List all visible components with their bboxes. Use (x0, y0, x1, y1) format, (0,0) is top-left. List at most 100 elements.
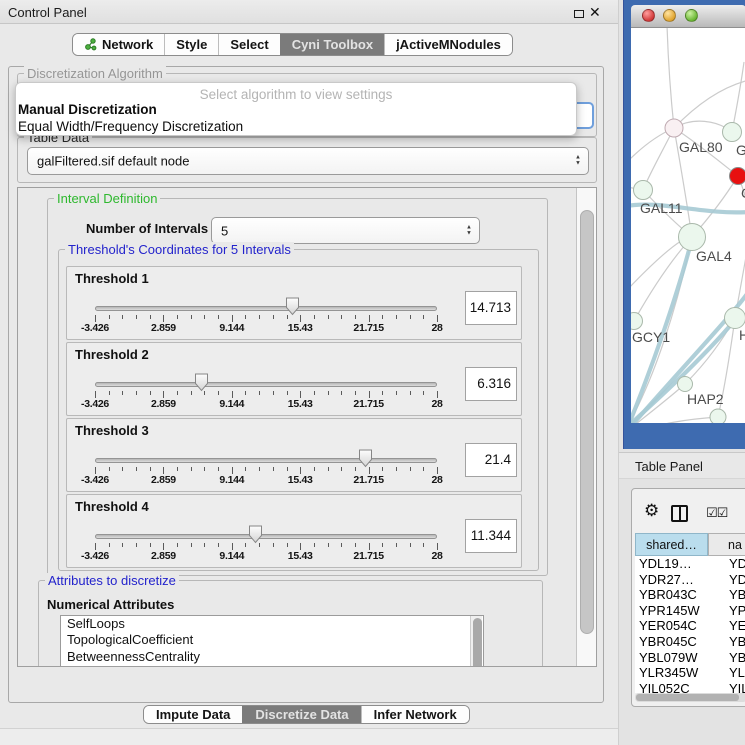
minor-tick (245, 543, 246, 547)
threshold-value-field[interactable]: 11.344 (465, 519, 517, 553)
cell-shared-name[interactable]: YLR345W (639, 665, 698, 680)
network-node-gal11[interactable] (634, 181, 653, 200)
network-window-titlebar[interactable] (631, 5, 745, 28)
threshold-value-field[interactable]: 14.713 (465, 291, 517, 325)
slider-thumb[interactable] (194, 373, 209, 392)
tab-select[interactable]: Select (218, 34, 279, 55)
slider-track[interactable] (95, 458, 437, 463)
number-of-intervals-combobox[interactable]: 5 ▲▼ (211, 217, 480, 244)
network-node[interactable] (710, 409, 726, 423)
list-item[interactable]: BetweennessCentrality (61, 649, 483, 665)
minor-tick (122, 543, 123, 547)
tab-impute-data[interactable]: Impute Data (144, 706, 242, 723)
table-row[interactable]: YDR27… YDR2 (635, 572, 745, 588)
table-row[interactable]: YBR043C YBR0 (635, 587, 745, 603)
network-node-hap2[interactable] (678, 377, 693, 392)
mac-zoom-icon[interactable] (685, 9, 698, 22)
threshold-value-field[interactable]: 6.316 (465, 367, 517, 401)
table-row[interactable]: YLR345W YLR3 (635, 665, 745, 681)
dropdown-option-equal-width-frequency[interactable]: Equal Width/Frequency Discretization (18, 119, 574, 135)
slider-thumb[interactable] (285, 297, 300, 316)
thresholds-group: Threshold's Coordinates for 5 Intervals … (58, 249, 539, 571)
network-node-gal4[interactable] (679, 224, 706, 251)
tab-style[interactable]: Style (164, 34, 218, 55)
checked-boxes-icon[interactable]: ☑☑ (706, 506, 727, 521)
network-edge[interactable] (732, 62, 744, 132)
gear-icon[interactable]: ⚙ (644, 501, 659, 521)
minor-tick (191, 467, 192, 471)
network-node-c[interactable] (730, 168, 745, 185)
table-data-combobox[interactable]: galFiltered.sif default node ▲▼ (27, 147, 589, 175)
network-canvas[interactable]: GAL80GACGAL11GAL4GCY1HHAP2 (631, 28, 745, 423)
cell-shared-name[interactable]: YER054C (639, 618, 697, 633)
cell-name[interactable]: YBL0 (729, 650, 745, 665)
network-node-h[interactable] (725, 308, 745, 329)
network-node-ga[interactable] (723, 123, 742, 142)
tab-network[interactable]: Network (73, 34, 164, 55)
cell-shared-name[interactable]: YIL052C (639, 681, 690, 693)
list-scrollbar[interactable] (470, 616, 482, 667)
slider-thumb[interactable] (358, 449, 373, 468)
tab-discretize-data[interactable]: Discretize Data (242, 706, 360, 723)
float-window-icon[interactable] (574, 10, 584, 18)
cell-name[interactable]: YBR0 (729, 587, 745, 602)
dropdown-placeholder[interactable]: Select algorithm to view settings (16, 87, 576, 102)
network-node-gcy1[interactable] (631, 313, 643, 330)
network-edge[interactable] (643, 128, 674, 190)
cell-name[interactable]: YDR2 (729, 572, 745, 587)
minor-tick (341, 315, 342, 319)
minor-tick (218, 467, 219, 471)
table-horizontal-scrollbar[interactable] (635, 693, 745, 702)
slider-thumb[interactable] (248, 525, 263, 544)
cell-shared-name[interactable]: YBL079W (639, 650, 698, 665)
cell-name[interactable]: YBR0 (729, 634, 745, 649)
slider-track[interactable] (95, 382, 437, 387)
cell-shared-name[interactable]: YDL19… (639, 556, 692, 571)
tick-label: 9.144 (210, 474, 254, 486)
threshold-value-field[interactable]: 21.4 (465, 443, 517, 477)
table-row[interactable]: YBL079W YBL0 (635, 650, 745, 666)
network-edge[interactable] (667, 28, 674, 128)
tab-jactivemnodules[interactable]: jActiveMNodules (384, 34, 512, 55)
mac-close-icon[interactable] (642, 9, 655, 22)
network-edge[interactable] (634, 237, 692, 321)
table-row[interactable]: YBR045C YBR0 (635, 634, 745, 650)
list-item[interactable]: TopologicalCoefficient (61, 632, 483, 648)
slider-track[interactable] (95, 534, 437, 539)
cell-shared-name[interactable]: YDR27… (639, 572, 694, 587)
table-row[interactable]: YPR145W YPR1 (635, 603, 745, 619)
threshold-panel: Threshold 2-3.4262.8599.14415.4321.71528… (66, 342, 522, 416)
panel-scrollbar[interactable] (576, 188, 597, 666)
tab-cyni-toolbox[interactable]: Cyni Toolbox (280, 34, 384, 55)
minor-tick (273, 315, 274, 319)
table-data-group: Table Data galFiltered.sif default node … (17, 137, 597, 183)
cell-name[interactable]: YER0 (729, 618, 745, 633)
network-view-window[interactable]: GAL80GACGAL11GAL4GCY1HHAP2 (623, 0, 745, 449)
list-item[interactable]: SelfLoops (61, 616, 483, 632)
tick-label: 21.715 (347, 474, 391, 486)
cell-shared-name[interactable]: YPR145W (639, 603, 700, 618)
scrollbar-thumb[interactable] (636, 694, 739, 701)
table-row[interactable]: YIL052C YIL0 (635, 681, 745, 693)
tab-infer-network[interactable]: Infer Network (361, 706, 469, 723)
table-row[interactable]: YER054C YER0 (635, 618, 745, 634)
cell-name[interactable]: YLR3 (729, 665, 745, 680)
column-header-name[interactable]: na (708, 533, 745, 556)
minor-tick (273, 543, 274, 547)
scrollbar-thumb[interactable] (473, 618, 482, 667)
cell-name[interactable]: YDL1 (729, 556, 745, 571)
close-icon[interactable]: ✕ (589, 4, 601, 21)
split-columns-icon[interactable] (671, 505, 688, 522)
cell-shared-name[interactable]: YBR045C (639, 634, 697, 649)
cell-name[interactable]: YPR1 (729, 603, 745, 618)
slider-track[interactable] (95, 306, 437, 311)
dropdown-option-manual-discretization[interactable]: Manual Discretization (18, 102, 574, 118)
network-node-gal80[interactable] (665, 119, 683, 137)
cell-shared-name[interactable]: YBR043C (639, 587, 697, 602)
mac-minimize-icon[interactable] (663, 9, 676, 22)
cell-name[interactable]: YIL0 (729, 681, 745, 693)
column-header-shared-name[interactable]: shared… (635, 533, 708, 556)
network-edge[interactable] (631, 241, 681, 290)
scrollbar-thumb[interactable] (580, 210, 594, 634)
table-row[interactable]: YDL19… YDL1 (635, 556, 745, 572)
